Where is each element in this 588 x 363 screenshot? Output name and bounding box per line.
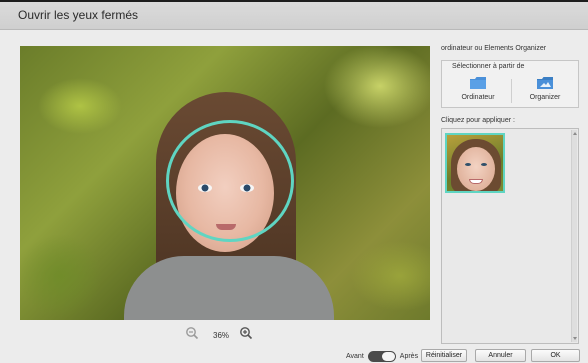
scroll-down-icon[interactable] [572,336,578,342]
organizer-button[interactable]: Organizer [515,75,575,105]
zoom-controls: 36% [185,326,275,344]
thumb-face [457,147,495,191]
before-after-toggle-row: Avant Après [346,349,418,363]
after-label: Après [399,352,419,360]
title-bar: Ouvrir les yeux fermés [0,0,588,30]
thumb-left-eye [465,163,471,166]
organizer-label: Organizer [529,94,561,101]
window-top-edge [0,0,588,2]
source-selector: Sélectionner à partir de Ordinateur Orga… [441,60,579,108]
face-selection-ring[interactable] [166,120,294,242]
computer-button[interactable]: Ordinateur [448,75,508,105]
zoom-in-icon[interactable] [239,326,257,344]
apply-label: Cliquez pour appliquer : [441,117,515,124]
before-label: Avant [346,352,364,360]
folder-icon [470,77,486,89]
scroll-up-icon[interactable] [572,130,578,136]
dialog-title: Ouvrir les yeux fermés [18,8,139,22]
organizer-icon [537,77,553,89]
list-scrollbar[interactable] [571,130,577,342]
apply-thumbnails-list [441,128,579,344]
photo-shirt [124,256,334,320]
source-divider [511,79,512,103]
zoom-out-icon[interactable] [185,326,203,344]
open-eyes-thumbnail[interactable] [445,133,505,193]
cancel-button[interactable]: Annuler [475,349,526,362]
source-heading: ordinateur ou Elements Organizer [441,45,547,52]
zoom-level: 36% [213,330,230,340]
reset-button[interactable]: Réinitialiser [421,349,467,362]
ok-button[interactable]: OK [531,349,580,362]
toggle-knob [381,351,395,361]
source-legend: Sélectionner à partir de [452,63,525,70]
before-after-toggle[interactable] [367,350,396,362]
computer-label: Ordinateur [461,94,495,101]
thumb-right-eye [481,163,487,166]
open-closed-eyes-dialog: Ouvrir les yeux fermés 36% ordinateur ou… [0,0,588,363]
photo-canvas[interactable] [20,46,430,320]
